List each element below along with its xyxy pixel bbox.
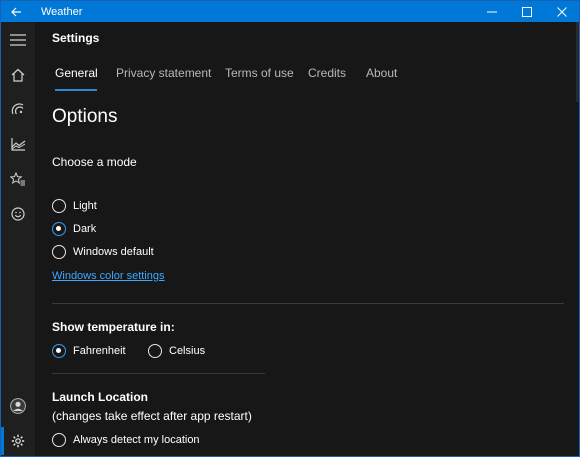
weather-app-window: Weather Settings General Privacy stateme… <box>0 0 580 457</box>
settings-gear-icon <box>11 434 25 448</box>
nav-settings[interactable] <box>1 426 35 456</box>
temperature-radio-celsius[interactable]: Celsius <box>148 344 205 358</box>
favorites-icon <box>10 172 25 186</box>
settings-page: Settings General Privacy statement Terms… <box>35 22 579 456</box>
nav-historical-weather[interactable] <box>1 129 35 159</box>
scrollbar[interactable] <box>576 22 579 102</box>
tab-general[interactable]: General <box>55 66 98 80</box>
radio-button[interactable] <box>52 245 66 259</box>
back-arrow-icon <box>10 7 21 16</box>
mode-radio-windows-default[interactable]: Windows default <box>52 245 154 259</box>
minimize-button[interactable] <box>474 1 509 22</box>
radio-label: Windows default <box>73 246 154 258</box>
account-icon <box>10 398 26 414</box>
minimize-icon <box>486 11 497 12</box>
radio-button[interactable] <box>148 344 162 358</box>
radio-label: Always detect my location <box>73 434 200 446</box>
maps-icon <box>11 103 24 115</box>
radio-label: Celsius <box>169 345 206 357</box>
radio-button[interactable] <box>52 199 66 213</box>
nav-forecast[interactable] <box>1 60 35 90</box>
page-title: Settings <box>52 31 100 45</box>
tab-credits[interactable]: Credits <box>308 66 346 80</box>
mode-label: Choose a mode <box>52 155 137 169</box>
window-controls <box>474 1 579 22</box>
nav-favorites[interactable] <box>1 164 35 194</box>
close-icon <box>556 6 567 17</box>
tab-terms-of-use[interactable]: Terms of use <box>225 66 294 80</box>
hamburger-menu-icon <box>10 34 26 46</box>
nav-maps[interactable] <box>1 94 35 124</box>
nav-feedback[interactable] <box>1 199 35 229</box>
radio-label: Light <box>73 200 97 212</box>
maximize-icon <box>521 6 532 17</box>
mode-radio-dark[interactable]: Dark <box>52 222 96 236</box>
close-button[interactable] <box>544 1 579 22</box>
maximize-button[interactable] <box>509 1 544 22</box>
home-icon <box>11 68 25 82</box>
launch-location-note: (changes take effect after app restart) <box>52 409 252 423</box>
radio-button-selected[interactable] <box>52 222 66 236</box>
radio-button[interactable] <box>52 433 66 447</box>
radio-button-selected[interactable] <box>52 344 66 358</box>
section-divider <box>52 303 564 304</box>
feedback-smiley-icon <box>11 207 25 221</box>
title-bar: Weather <box>1 1 579 22</box>
navigation-rail <box>1 22 35 456</box>
account-button[interactable] <box>1 391 35 421</box>
temperature-label: Show temperature in: <box>52 320 175 334</box>
options-heading: Options <box>52 106 118 127</box>
radio-label: Fahrenheit <box>73 345 126 357</box>
tab-about[interactable]: About <box>366 66 397 80</box>
back-button[interactable] <box>1 1 31 22</box>
temperature-radio-fahrenheit[interactable]: Fahrenheit <box>52 344 126 358</box>
active-tab-indicator <box>55 89 97 91</box>
tab-privacy-statement[interactable]: Privacy statement <box>116 66 211 80</box>
mode-radio-light[interactable]: Light <box>52 199 97 213</box>
section-divider <box>52 373 265 374</box>
window-title: Weather <box>41 5 83 18</box>
launch-location-label: Launch Location <box>52 390 148 404</box>
historical-weather-icon <box>10 137 25 151</box>
windows-color-settings-link[interactable]: Windows color settings <box>52 270 165 282</box>
radio-label: Dark <box>73 223 97 235</box>
menu-toggle-button[interactable] <box>1 25 35 55</box>
launch-radio-always-detect[interactable]: Always detect my location <box>52 433 200 447</box>
